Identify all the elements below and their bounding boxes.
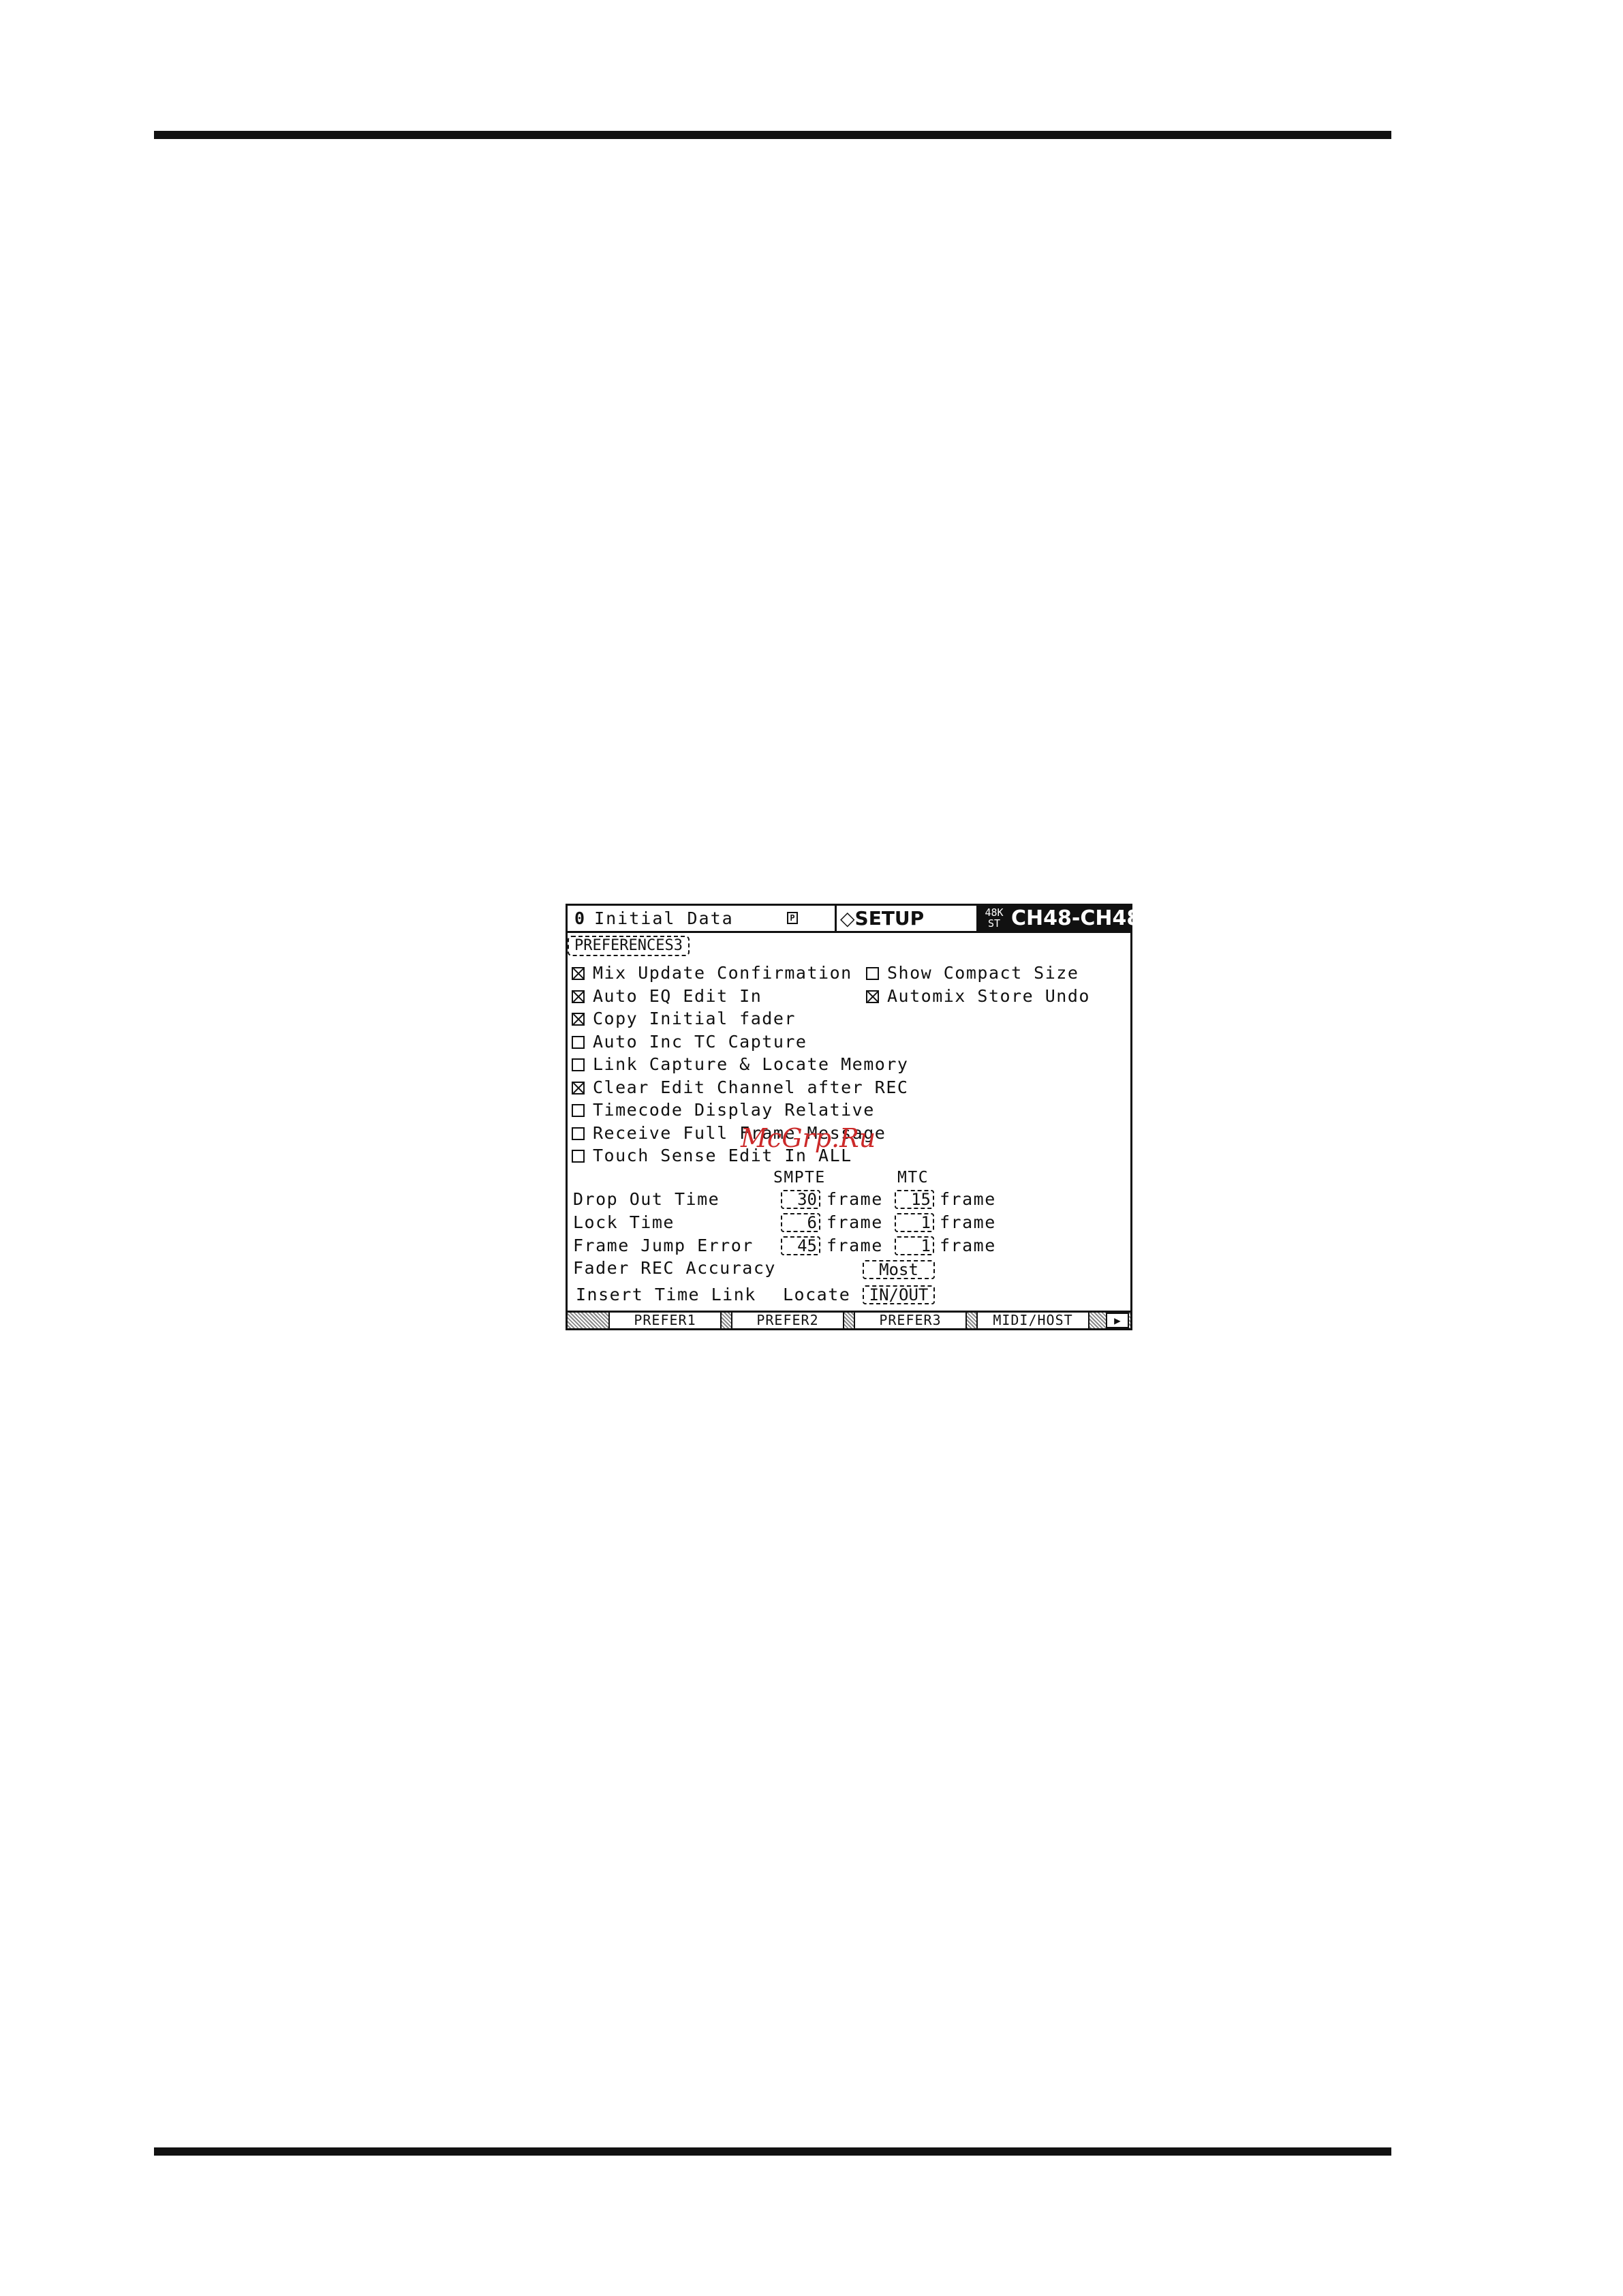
frame-jump-error-smpte-field[interactable]: 45 xyxy=(781,1236,820,1255)
tab-prefer2[interactable]: PREFER2 xyxy=(731,1313,844,1328)
page-tag: PREFERENCES3 xyxy=(568,936,690,956)
scene-number: 0 xyxy=(574,908,585,928)
tab-midi-host[interactable]: MIDI/HOST xyxy=(976,1313,1089,1328)
checkbox[interactable] xyxy=(572,967,585,980)
next-page-arrow-icon[interactable]: ▶ xyxy=(1106,1313,1129,1328)
drop-out-time-mtc-field[interactable]: 15 xyxy=(895,1190,934,1209)
function-title: ◇SETUP xyxy=(840,907,925,930)
bottom-rule xyxy=(154,2147,1391,2156)
frame-unit: frame xyxy=(826,1189,883,1209)
checkbox[interactable] xyxy=(866,967,879,980)
frame-unit: frame xyxy=(826,1212,883,1232)
channel-display: 48K ST CH48-CH48 xyxy=(978,906,1141,931)
drop-out-time-smpte-field[interactable]: 30 xyxy=(781,1190,820,1209)
drop-out-time-label: Drop Out Time xyxy=(573,1189,720,1209)
checkbox[interactable] xyxy=(572,1150,585,1163)
tab-prefer3[interactable]: PREFER3 xyxy=(854,1313,967,1328)
insert-time-link-sublabel: Locate xyxy=(783,1285,851,1304)
display-header: 0 Initial Data P ◇SETUP 48K ST CH48-CH48 xyxy=(568,906,1141,933)
checkbox[interactable] xyxy=(572,1013,585,1026)
frame-unit: frame xyxy=(940,1236,996,1255)
checkbox[interactable] xyxy=(572,990,585,1003)
mtc-header: MTC xyxy=(897,1169,929,1187)
lcd-screen: 0 Initial Data P ◇SETUP 48K ST CH48-CH48 … xyxy=(566,904,1141,1330)
option-copy-initial-fader[interactable]: Copy Initial fader xyxy=(572,1009,796,1029)
scene-display[interactable]: 0 Initial Data P xyxy=(574,906,874,931)
sample-rate-badge: 48K ST xyxy=(981,907,1007,929)
checkbox[interactable] xyxy=(572,1104,585,1117)
scene-name: Initial Data xyxy=(594,908,734,928)
frame-unit: frame xyxy=(940,1189,996,1209)
option-clear-edit-channel-after-rec[interactable]: Clear Edit Channel after REC xyxy=(572,1077,908,1098)
option-automix-store-undo[interactable]: Automix Store Undo xyxy=(866,986,1090,1007)
frame-unit: frame xyxy=(826,1236,883,1255)
option-show-compact-size[interactable]: Show Compact Size xyxy=(866,963,1079,983)
stereo-mode: ST xyxy=(987,917,1001,930)
fader-rec-accuracy-label: Fader REC Accuracy xyxy=(573,1258,776,1278)
checkbox[interactable] xyxy=(572,1058,585,1071)
frame-jump-error-mtc-field[interactable]: 1 xyxy=(895,1236,934,1255)
page-tabs: PREFER1 PREFER2 PREFER3 MIDI/HOST ▶ xyxy=(568,1311,1130,1328)
frame-unit: frame xyxy=(940,1212,996,1232)
lock-icon: P xyxy=(787,912,798,924)
insert-time-link-label: Insert Time Link xyxy=(576,1285,756,1304)
option-mix-update-confirmation[interactable]: Mix Update Confirmation xyxy=(572,963,852,983)
frame-jump-error-label: Frame Jump Error xyxy=(573,1236,754,1255)
lock-time-mtc-field[interactable]: 1 xyxy=(895,1213,934,1232)
checkbox[interactable] xyxy=(866,990,879,1003)
top-rule xyxy=(154,131,1391,139)
smpte-header: SMPTE xyxy=(773,1169,826,1187)
tab-prefer1[interactable]: PREFER1 xyxy=(608,1313,722,1328)
header-divider xyxy=(835,906,837,931)
lock-time-label: Lock Time xyxy=(573,1212,675,1232)
option-timecode-display-relative[interactable]: Timecode Display Relative xyxy=(572,1100,875,1120)
insert-time-link-field[interactable]: IN/OUT xyxy=(863,1285,935,1304)
channel-label: CH48-CH48 xyxy=(1011,906,1141,930)
sample-rate: 48K xyxy=(985,906,1004,919)
watermark: McGrp.Ru xyxy=(741,1123,876,1153)
lock-time-smpte-field[interactable]: 6 xyxy=(781,1213,820,1232)
option-auto-eq-edit-in[interactable]: Auto EQ Edit In xyxy=(572,986,762,1007)
checkbox[interactable] xyxy=(572,1127,585,1140)
checkbox[interactable] xyxy=(572,1082,585,1095)
option-link-capture-locate-memory[interactable]: Link Capture & Locate Memory xyxy=(572,1054,908,1075)
checkbox[interactable] xyxy=(572,1036,585,1049)
fader-rec-accuracy-field[interactable]: Most xyxy=(863,1260,935,1279)
option-auto-inc-tc-capture[interactable]: Auto Inc TC Capture xyxy=(572,1032,807,1052)
